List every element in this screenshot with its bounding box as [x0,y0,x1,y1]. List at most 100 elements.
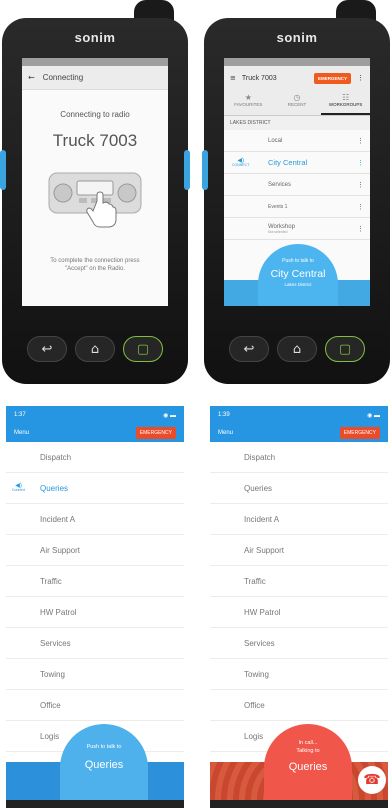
home-key[interactable]: ⌂ [277,336,317,362]
item-menu-icon[interactable]: ⋮ [357,203,364,211]
workgroup-item[interactable]: Services ⋮ [224,174,370,196]
channel-label: Incident A [244,514,280,524]
tab-recent[interactable]: ◷ RECENT [273,90,322,115]
emergency-button[interactable]: EMERGENCY [135,427,176,439]
connect-instruction: To complete the connection press "Accept… [50,258,140,273]
item-menu-icon[interactable]: ⋮ [357,159,364,167]
workgroup-label: Local [268,137,283,144]
channel-label: Services [244,638,275,648]
ios-status-bar: 1:39 ◉ ▬ [210,406,388,424]
radio-illustration [47,167,143,229]
ios-nav-bar: Menu EMERGENCY [6,424,184,442]
ptt-prompt: Push to talk to [86,744,122,750]
channel-item[interactable]: Traffic [6,566,184,597]
tab-workgroups[interactable]: ☷ WORKGROUPS [321,90,370,115]
side-key[interactable] [184,150,190,190]
speaker-caption: Connect [12,488,26,493]
channel-label: Traffic [244,576,266,586]
channel-item[interactable]: Air Support [210,535,388,566]
home-key[interactable]: ⌂ [75,336,115,362]
channel-label: Services [40,638,71,648]
ptt-channel: Queries [288,761,328,774]
channel-item[interactable]: Office [210,690,388,721]
channel-label: Office [40,700,61,710]
call-status: In call... Talking to [264,740,352,755]
emergency-button[interactable]: EMERGENCY [313,72,351,84]
channel-item[interactable]: Towing [6,659,184,690]
tab-bar: ★ FAVOURITES ◷ RECENT ☷ WORKGROUPS [224,90,370,116]
ptt-subtitle: Lakes District [284,282,312,287]
side-ptt-key[interactable] [202,150,208,190]
home-indicator [6,800,184,808]
channel-item[interactable]: Incident A [6,504,184,535]
channel-item[interactable]: Traffic [210,566,388,597]
app-key[interactable]: ▢ [325,336,365,362]
menu-icon[interactable]: ≡ [230,74,236,82]
clock-icon: ◷ [293,93,301,102]
group-icon: ☷ [342,93,350,102]
workgroup-item[interactable]: Workshop Not selected ⋮ [224,218,370,240]
workgroup-item[interactable]: Local ⋮ [224,130,370,152]
app-key[interactable]: ▢ [123,336,163,362]
overflow-menu-icon[interactable]: ⋮ [357,74,364,82]
workgroup-label: Events 1 [268,203,288,210]
emergency-button[interactable]: EMERGENCY [339,427,380,439]
ptt-channel: Queries [84,758,124,771]
tab-label: WORKGROUPS [328,102,363,107]
app-showcase: sonim ← Connecting Connecting to radio T… [0,0,392,808]
channel-item[interactable]: Air Support [6,535,184,566]
brand-logo: sonim [74,30,116,45]
channel-label: Towing [244,669,269,679]
channel-item[interactable]: Incident A [210,504,388,535]
item-menu-icon[interactable]: ⋮ [357,137,364,145]
connect-subtitle: Connecting to radio [60,110,130,119]
toolbar: ≡ Truck 7003 EMERGENCY ⋮ [224,66,370,90]
channel-label: Logis [40,731,60,741]
home-indicator [210,800,388,808]
section-header: LAKES DISTRICT [224,116,370,130]
hardware-nav: ↩ ⌂ ▢ [204,336,390,362]
speaker-icon: ◀) CONNECT [232,157,250,167]
channel-item[interactable]: Towing [210,659,388,690]
tab-label: FAVOURITES [234,102,263,107]
tab-favourites[interactable]: ★ FAVOURITES [224,90,273,115]
workgroup-item-active[interactable]: ◀) CONNECT City Central ⋮ [224,152,370,174]
speaker-caption: CONNECT [232,162,250,167]
channel-item-active[interactable]: ◀) Connect Queries [6,473,184,504]
channel-label: Towing [40,669,65,679]
ios-nav-bar: Menu EMERGENCY [210,424,388,442]
speaker-icon: ◀) Connect [12,483,26,493]
menu-button[interactable]: Menu [218,430,233,436]
side-ptt-key[interactable] [0,150,6,190]
radio-name: Truck 7003 [52,131,138,150]
channel-item[interactable]: Dispatch [210,442,388,473]
channel-item[interactable]: Services [210,628,388,659]
channel-item[interactable]: Dispatch [6,442,184,473]
status-time: 1:37 [14,412,26,418]
item-menu-icon[interactable]: ⋮ [357,181,364,189]
channel-label: HW Patrol [40,607,77,617]
channel-list: Dispatch ◀) Connect Queries Incident A Ai… [6,442,184,752]
channel-label: Dispatch [244,452,276,462]
workgroup-item[interactable]: Events 1 ⋮ [224,196,370,218]
workgroup-label: Services [268,181,292,188]
channel-item[interactable]: HW Patrol [6,597,184,628]
channel-item[interactable]: HW Patrol [210,597,388,628]
phone-hangup-icon[interactable]: ☎ [358,766,386,794]
back-key[interactable]: ↩ [229,336,269,362]
workgroup-sub: Not selected [268,229,288,234]
back-key[interactable]: ↩ [27,336,67,362]
channel-item[interactable]: Queries [210,473,388,504]
menu-button[interactable]: Menu [14,430,29,436]
rugged-phone-workgroups: sonim ≡ Truck 7003 EMERGENCY ⋮ ★ FAVOURI… [202,0,390,384]
ptt-button[interactable]: Push to talk to City Central Lakes Distr… [258,244,338,306]
back-arrow-icon[interactable]: ← [28,73,35,82]
channel-item[interactable]: Office [6,690,184,721]
tab-label: RECENT [287,102,307,107]
channel-list: Dispatch Queries Incident A Air Support … [210,442,388,752]
item-menu-icon[interactable]: ⋮ [357,225,364,233]
toolbar-title: Connecting [42,73,84,82]
ios-screen-idle: 1:37 ◉ ▬ Menu EMERGENCY Dispatch ◀) Conne… [6,406,184,808]
channel-item[interactable]: Services [6,628,184,659]
call-status-line2: Talking to [296,747,320,754]
